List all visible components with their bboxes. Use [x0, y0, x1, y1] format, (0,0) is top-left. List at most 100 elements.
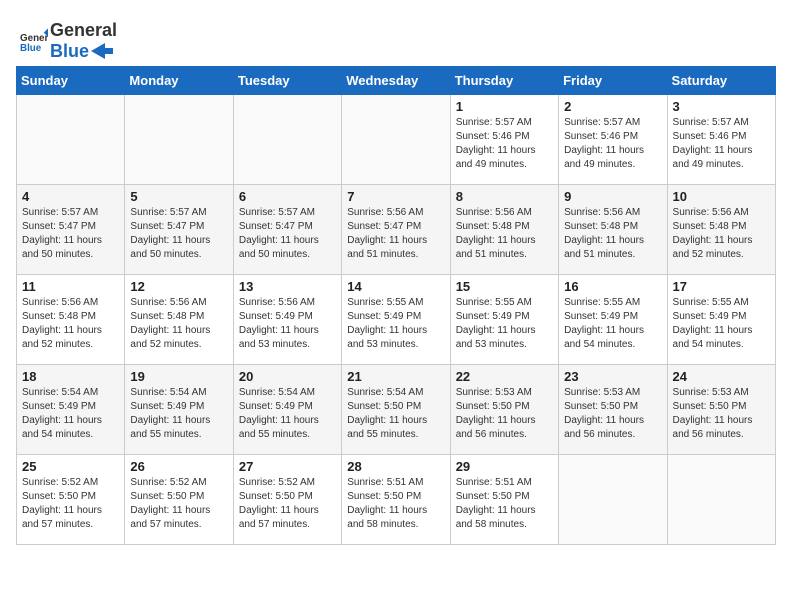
calendar-cell: 17 Sunrise: 5:55 AMSunset: 5:49 PMDayligh…	[667, 275, 775, 365]
day-number: 1	[456, 99, 553, 114]
weekday-header-friday: Friday	[559, 67, 667, 95]
day-number: 16	[564, 279, 661, 294]
calendar-cell: 2 Sunrise: 5:57 AMSunset: 5:46 PMDaylight…	[559, 95, 667, 185]
calendar-cell	[233, 95, 341, 185]
calendar-cell: 5 Sunrise: 5:57 AMSunset: 5:47 PMDaylight…	[125, 185, 233, 275]
day-number: 2	[564, 99, 661, 114]
day-number: 10	[673, 189, 770, 204]
day-info: Sunrise: 5:53 AMSunset: 5:50 PMDaylight:…	[673, 386, 770, 442]
calendar-cell: 23Sunrise: 5:53 AMSunset: 5:50 PMDayligh…	[559, 365, 667, 455]
weekday-header-row: SundayMondayTuesdayWednesdayThursdayFrid…	[17, 67, 776, 95]
calendar-cell: 9 Sunrise: 5:56 AMSunset: 5:48 PMDaylight…	[559, 185, 667, 275]
day-number: 24	[673, 369, 770, 384]
day-number: 11	[22, 279, 119, 294]
calendar-week-5: 25Sunrise: 5:52 AMSunset: 5:50 PMDayligh…	[17, 455, 776, 545]
day-info: Sunrise: 5:56 AMSunset: 5:48 PMDaylight:…	[673, 206, 770, 262]
day-number: 6	[239, 189, 336, 204]
calendar-cell: 16Sunrise: 5:55 AMSunset: 5:49 PMDayligh…	[559, 275, 667, 365]
day-info: Sunrise: 5:54 AMSunset: 5:49 PMDaylight:…	[239, 386, 336, 442]
day-number: 19	[130, 369, 227, 384]
calendar-cell: 21Sunrise: 5:54 AMSunset: 5:50 PMDayligh…	[342, 365, 450, 455]
weekday-header-wednesday: Wednesday	[342, 67, 450, 95]
day-number: 26	[130, 459, 227, 474]
day-info: Sunrise: 5:54 AMSunset: 5:49 PMDaylight:…	[22, 386, 119, 442]
day-info: Sunrise: 5:56 AMSunset: 5:47 PMDaylight:…	[347, 206, 444, 262]
calendar-body: 1 Sunrise: 5:57 AMSunset: 5:46 PMDaylight…	[17, 95, 776, 545]
calendar-cell	[667, 455, 775, 545]
day-info: Sunrise: 5:55 AMSunset: 5:49 PMDaylight:…	[347, 296, 444, 352]
calendar-cell: 15 Sunrise: 5:55 AMSunset: 5:49 PMDayligh…	[450, 275, 558, 365]
day-info: Sunrise: 5:56 AMSunset: 5:48 PMDaylight:…	[130, 296, 227, 352]
day-number: 4	[22, 189, 119, 204]
calendar-cell	[125, 95, 233, 185]
day-info: Sunrise: 5:56 AMSunset: 5:48 PMDaylight:…	[456, 206, 553, 262]
page-header: General Blue General Blue	[10, 10, 782, 66]
day-info: Sunrise: 5:55 AMSunset: 5:49 PMDaylight:…	[456, 296, 553, 352]
day-info: Sunrise: 5:57 AMSunset: 5:47 PMDaylight:…	[239, 206, 336, 262]
calendar-week-2: 4 Sunrise: 5:57 AMSunset: 5:47 PMDaylight…	[17, 185, 776, 275]
day-number: 27	[239, 459, 336, 474]
calendar-cell: 28Sunrise: 5:51 AMSunset: 5:50 PMDayligh…	[342, 455, 450, 545]
day-info: Sunrise: 5:51 AMSunset: 5:50 PMDaylight:…	[456, 476, 553, 532]
day-info: Sunrise: 5:56 AMSunset: 5:48 PMDaylight:…	[564, 206, 661, 262]
calendar-week-4: 18 Sunrise: 5:54 AMSunset: 5:49 PMDayligh…	[17, 365, 776, 455]
day-number: 20	[239, 369, 336, 384]
day-info: Sunrise: 5:54 AMSunset: 5:49 PMDaylight:…	[130, 386, 227, 442]
day-info: Sunrise: 5:57 AMSunset: 5:46 PMDaylight:…	[564, 116, 661, 172]
calendar-cell: 22Sunrise: 5:53 AMSunset: 5:50 PMDayligh…	[450, 365, 558, 455]
calendar-cell: 8 Sunrise: 5:56 AMSunset: 5:48 PMDaylight…	[450, 185, 558, 275]
day-info: Sunrise: 5:56 AMSunset: 5:48 PMDaylight:…	[22, 296, 119, 352]
day-number: 12	[130, 279, 227, 294]
calendar-cell: 13 Sunrise: 5:56 AMSunset: 5:49 PMDayligh…	[233, 275, 341, 365]
day-number: 28	[347, 459, 444, 474]
day-number: 13	[239, 279, 336, 294]
day-number: 29	[456, 459, 553, 474]
calendar-cell: 12 Sunrise: 5:56 AMSunset: 5:48 PMDayligh…	[125, 275, 233, 365]
day-number: 14	[347, 279, 444, 294]
logo-general: General	[50, 20, 117, 41]
day-number: 15	[456, 279, 553, 294]
day-info: Sunrise: 5:57 AMSunset: 5:47 PMDaylight:…	[22, 206, 119, 262]
calendar-cell: 14 Sunrise: 5:55 AMSunset: 5:49 PMDayligh…	[342, 275, 450, 365]
logo-icon: General Blue	[20, 27, 48, 55]
calendar-cell: 27 Sunrise: 5:52 AMSunset: 5:50 PMDayligh…	[233, 455, 341, 545]
weekday-header-monday: Monday	[125, 67, 233, 95]
day-info: Sunrise: 5:55 AMSunset: 5:49 PMDaylight:…	[673, 296, 770, 352]
day-info: Sunrise: 5:57 AMSunset: 5:46 PMDaylight:…	[673, 116, 770, 172]
day-number: 21	[347, 369, 444, 384]
calendar-cell: 29 Sunrise: 5:51 AMSunset: 5:50 PMDayligh…	[450, 455, 558, 545]
day-number: 8	[456, 189, 553, 204]
calendar-table: SundayMondayTuesdayWednesdayThursdayFrid…	[16, 66, 776, 545]
calendar-cell: 10 Sunrise: 5:56 AMSunset: 5:48 PMDayligh…	[667, 185, 775, 275]
day-info: Sunrise: 5:53 AMSunset: 5:50 PMDaylight:…	[456, 386, 553, 442]
day-number: 17	[673, 279, 770, 294]
weekday-header-tuesday: Tuesday	[233, 67, 341, 95]
day-info: Sunrise: 5:57 AMSunset: 5:46 PMDaylight:…	[456, 116, 553, 172]
weekday-header-saturday: Saturday	[667, 67, 775, 95]
svg-text:Blue: Blue	[20, 42, 42, 53]
day-info: Sunrise: 5:52 AMSunset: 5:50 PMDaylight:…	[130, 476, 227, 532]
day-number: 18	[22, 369, 119, 384]
logo-arrow	[91, 43, 113, 59]
day-number: 3	[673, 99, 770, 114]
calendar-cell: 3 Sunrise: 5:57 AMSunset: 5:46 PMDaylight…	[667, 95, 775, 185]
day-number: 7	[347, 189, 444, 204]
day-number: 9	[564, 189, 661, 204]
day-number: 5	[130, 189, 227, 204]
calendar-cell	[559, 455, 667, 545]
calendar-cell: 1 Sunrise: 5:57 AMSunset: 5:46 PMDaylight…	[450, 95, 558, 185]
day-info: Sunrise: 5:57 AMSunset: 5:47 PMDaylight:…	[130, 206, 227, 262]
calendar-week-3: 11 Sunrise: 5:56 AMSunset: 5:48 PMDayligh…	[17, 275, 776, 365]
day-info: Sunrise: 5:56 AMSunset: 5:49 PMDaylight:…	[239, 296, 336, 352]
logo: General Blue General Blue	[20, 20, 117, 61]
calendar-cell	[342, 95, 450, 185]
logo-blue: Blue	[50, 41, 117, 62]
calendar-cell: 20 Sunrise: 5:54 AMSunset: 5:49 PMDayligh…	[233, 365, 341, 455]
calendar-cell	[17, 95, 125, 185]
weekday-header-thursday: Thursday	[450, 67, 558, 95]
calendar-cell: 24 Sunrise: 5:53 AMSunset: 5:50 PMDayligh…	[667, 365, 775, 455]
calendar-cell: 18 Sunrise: 5:54 AMSunset: 5:49 PMDayligh…	[17, 365, 125, 455]
day-info: Sunrise: 5:52 AMSunset: 5:50 PMDaylight:…	[239, 476, 336, 532]
calendar-cell: 7 Sunrise: 5:56 AMSunset: 5:47 PMDaylight…	[342, 185, 450, 275]
day-info: Sunrise: 5:52 AMSunset: 5:50 PMDaylight:…	[22, 476, 119, 532]
